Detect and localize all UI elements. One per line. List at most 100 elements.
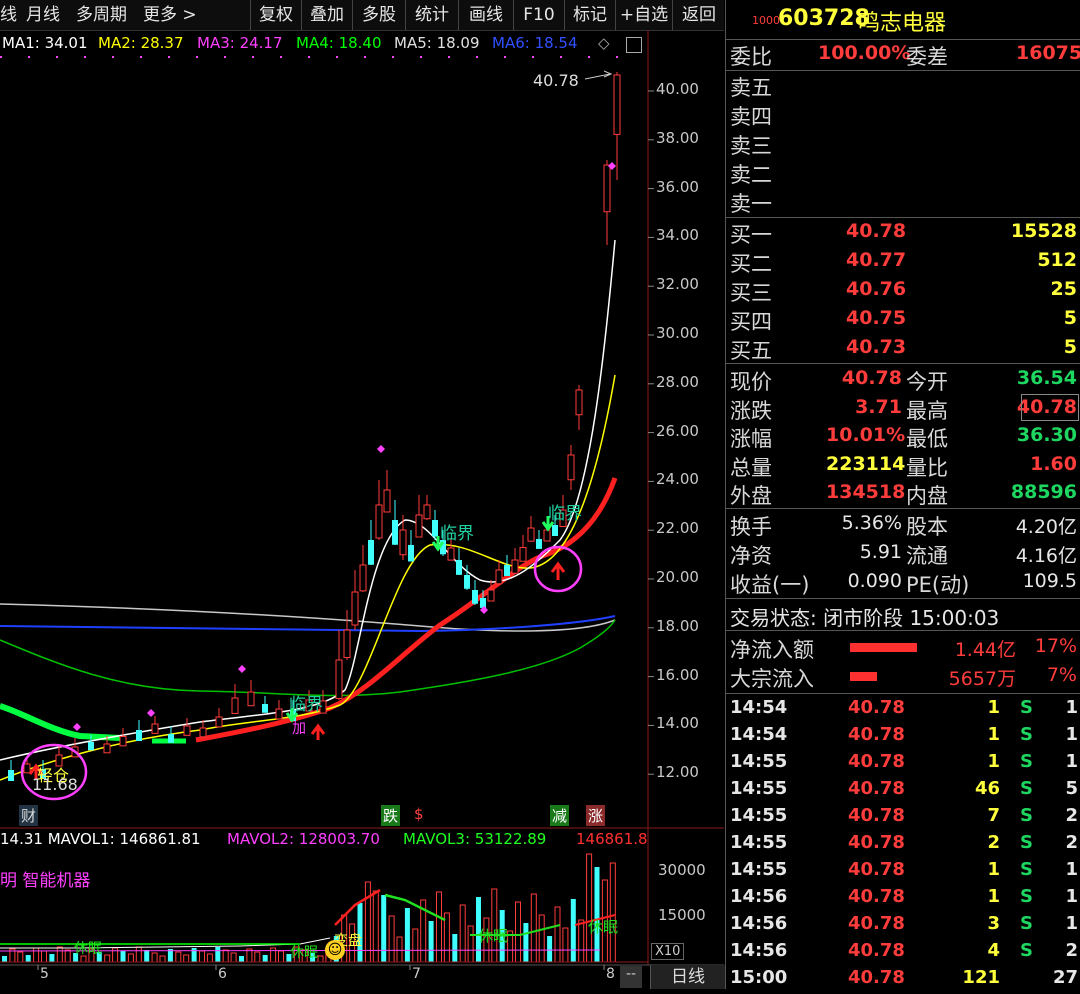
quote-label: 涨跌 <box>730 398 772 423</box>
quote-label: 量比 <box>906 455 948 480</box>
volume-bar <box>262 955 268 962</box>
high-price-highlight <box>1021 394 1079 421</box>
candle-body <box>423 504 431 520</box>
volume-bar <box>49 954 55 962</box>
tick-row[interactable]: 14:56 40.78 3 S 1 <box>730 913 1080 940</box>
price-tick: 38.00 <box>656 128 699 147</box>
tick-side: S <box>1020 832 1033 853</box>
collapse-icon[interactable]: -- <box>620 966 642 988</box>
candle-body <box>103 743 111 754</box>
dollar-event-badge[interactable]: $ <box>414 805 424 823</box>
price-tick: 20.00 <box>656 568 699 586</box>
tick-row[interactable]: 14:55 40.78 7 S 2 <box>730 805 1080 832</box>
quote-value: 134518 <box>826 481 906 503</box>
quote-value: 223114 <box>826 452 906 475</box>
candle-body <box>511 559 519 574</box>
ask-level-label: 卖三 <box>730 134 772 158</box>
bid-level-price: 40.73 <box>846 336 907 358</box>
stock-name: 鸣志电器 <box>858 11 947 36</box>
finance-event-badge[interactable]: 财 <box>19 805 39 826</box>
sleep-label-1: 休眠 <box>74 941 102 957</box>
candle-body <box>552 525 558 536</box>
stock-prefix: 1000 <box>752 14 780 27</box>
fundamental-label: 收益(一) <box>730 573 810 597</box>
tick-time: 14:55 <box>730 859 788 880</box>
tick-count: 5 <box>1065 778 1078 799</box>
volume-bar <box>586 853 593 963</box>
tick-side: S <box>1020 886 1033 907</box>
fall-event-badge[interactable]: 跌 <box>381 805 401 826</box>
candle-body <box>603 164 611 213</box>
high-price-label: 40.78 <box>533 71 579 90</box>
volume-bar <box>230 952 237 963</box>
ask-level-label: 卖一 <box>730 192 772 216</box>
limit-up-event-badge[interactable]: 涨 <box>586 805 606 826</box>
price-tick: 36.00 <box>656 177 699 196</box>
volume-bar <box>151 952 158 963</box>
scale-x10-button[interactable]: X10 <box>651 943 685 960</box>
mavol3-value: MAVOL3: 53122.89 <box>403 830 547 848</box>
critical-label-1: 临界 <box>289 695 323 715</box>
candle-body <box>199 727 207 738</box>
low-price-label: 11.68 <box>32 775 78 794</box>
sleep-label-3: 休眠 <box>478 927 509 945</box>
volume-bar <box>104 954 111 963</box>
price-tick: 22.00 <box>656 519 699 538</box>
tick-volume: 1 <box>987 751 1000 772</box>
critical-label-3: 临界 <box>548 504 582 524</box>
tick-price: 40.78 <box>848 967 905 988</box>
candle-body <box>383 489 391 513</box>
period-day-tab[interactable]: 日线 <box>650 965 725 989</box>
candle-body <box>215 716 223 728</box>
volume-bar <box>64 949 71 963</box>
tick-row[interactable]: 14:55 40.78 2 S 2 <box>730 832 1080 859</box>
quote-label: 最高 <box>906 398 948 423</box>
flow-label: 净流入额 <box>730 638 814 662</box>
quote-value: 1.60 <box>1030 452 1077 475</box>
volume-bar <box>570 899 576 962</box>
tick-price: 40.78 <box>848 832 905 853</box>
order-diff-value: 16075 <box>1016 42 1080 64</box>
tick-time: 14:54 <box>730 697 788 718</box>
quote-value: 3.71 <box>855 395 902 418</box>
tick-side: S <box>1020 805 1033 826</box>
signal-diamond <box>377 445 385 453</box>
tick-row[interactable]: 14:54 40.78 1 S 1 <box>730 724 1080 751</box>
candle-body <box>432 520 438 537</box>
fundamental-label: 净资 <box>730 544 772 568</box>
candle-body <box>88 742 94 751</box>
tick-row[interactable]: 15:00 40.78 121 27 <box>730 967 1080 994</box>
tick-row[interactable]: 14:56 40.78 4 S 2 <box>730 940 1080 967</box>
tick-count: 1 <box>1065 913 1078 934</box>
signal-diamond <box>147 709 155 717</box>
candle-body <box>480 598 486 608</box>
volume-bar <box>239 956 244 962</box>
candle-body <box>399 529 407 556</box>
candle-body <box>456 560 462 575</box>
tick-side: S <box>1020 697 1033 718</box>
volume-bar <box>515 901 521 963</box>
tick-count: 1 <box>1065 886 1078 907</box>
volume-bar <box>594 867 600 962</box>
tick-price: 40.78 <box>848 913 905 934</box>
ask-level-label: 卖二 <box>730 163 772 187</box>
tick-side: S <box>1020 859 1033 880</box>
bid-level-label: 买四 <box>730 310 772 334</box>
quote-value: 40.78 <box>841 367 902 389</box>
tick-row[interactable]: 14:55 40.78 1 S 1 <box>730 751 1080 778</box>
tick-row[interactable]: 14:56 40.78 1 S 1 <box>730 886 1080 913</box>
tick-row[interactable]: 14:54 40.78 1 S 1 <box>730 697 1080 724</box>
tick-row[interactable]: 14:55 40.78 1 S 1 <box>730 859 1080 886</box>
candle-body <box>519 547 527 562</box>
tick-row[interactable]: 14:55 40.78 46 S 5 <box>730 778 1080 805</box>
sleep-label-2: 休眠 <box>290 945 318 961</box>
candle-body <box>231 697 239 714</box>
candle-body <box>567 454 575 481</box>
reduce-event-badge[interactable]: 减 <box>550 805 570 826</box>
signal-diamond <box>238 665 246 673</box>
price-tick: 28.00 <box>656 372 699 391</box>
volume-bar <box>554 906 561 963</box>
ask-level-label: 卖五 <box>730 76 772 100</box>
fundamental-value: 109.5 <box>1022 570 1077 592</box>
tick-price: 40.78 <box>848 778 905 799</box>
